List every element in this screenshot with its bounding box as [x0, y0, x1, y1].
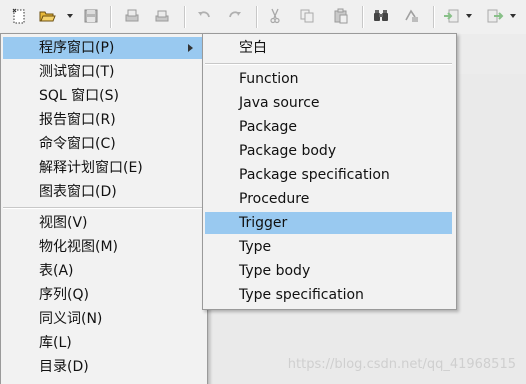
submenu-item-procedure[interactable]: Procedure [205, 188, 452, 210]
menu-item-label: Package specification [239, 167, 390, 183]
menu-item-materialized-view[interactable]: 物化视图(M) [3, 236, 203, 258]
menu-item-label: 物化视图(M) [39, 239, 119, 255]
menu-item-label: 测试窗口(T) [39, 64, 115, 80]
menu-item-sequence[interactable]: 序列(Q) [3, 284, 203, 306]
menu-separator [205, 63, 452, 65]
open-folder-icon[interactable] [36, 5, 58, 27]
save-icon[interactable] [80, 5, 102, 27]
menu-item-label: Type specification [239, 287, 364, 303]
background-pane [456, 34, 526, 75]
submenu-item-package-body[interactable]: Package body [205, 140, 452, 162]
menu-item-program-window[interactable]: 程序窗口(P) [3, 37, 203, 59]
submenu-item-package[interactable]: Package [205, 116, 452, 138]
toolbar [0, 0, 526, 35]
redo-icon[interactable] [224, 5, 246, 27]
new-window-menu: 程序窗口(P) 测试窗口(T) SQL 窗口(S) 报告窗口(R) 命令窗口(C… [0, 33, 208, 384]
menu-item-table[interactable]: 表(A) [3, 260, 203, 282]
menu-item-label: Java source [239, 95, 320, 111]
paste-icon[interactable] [330, 5, 352, 27]
menu-item-diagram-window[interactable]: 图表窗口(D) [3, 181, 203, 203]
menu-item-label: 命令窗口(C) [39, 136, 116, 152]
menu-item-label: SQL 窗口(S) [39, 88, 119, 104]
submenu-item-type-specification[interactable]: Type specification [205, 284, 452, 306]
submenu-item-type-body[interactable]: Type body [205, 260, 452, 282]
replace-icon[interactable] [400, 5, 422, 27]
submenu-item-blank[interactable]: 空白 [205, 37, 452, 59]
menu-item-label: 报告窗口(R) [39, 112, 116, 128]
toolbar-separator [110, 6, 112, 28]
menu-item-label: 序列(Q) [39, 287, 89, 303]
toolbar-separator [362, 6, 364, 28]
menu-item-report-window[interactable]: 报告窗口(R) [3, 109, 203, 131]
submenu-item-package-specification[interactable]: Package specification [205, 164, 452, 186]
submenu-item-function[interactable]: Function [205, 68, 452, 90]
print-preview-icon[interactable] [151, 5, 173, 27]
menu-item-label: Type [239, 239, 272, 255]
menu-item-label: 空白 [239, 40, 267, 56]
cut-icon[interactable] [264, 5, 286, 27]
chevron-down-icon[interactable] [466, 14, 472, 18]
menu-item-sql-window[interactable]: SQL 窗口(S) [3, 85, 203, 107]
menu-item-view[interactable]: 视图(V) [3, 212, 203, 234]
menu-item-label: Type body [239, 263, 311, 279]
submenu-item-java-source[interactable]: Java source [205, 92, 452, 114]
chevron-down-icon[interactable] [67, 14, 73, 18]
find-icon[interactable] [370, 5, 392, 27]
menu-item-test-window[interactable]: 测试窗口(T) [3, 61, 203, 83]
menu-item-label: 解释计划窗口(E) [39, 160, 143, 176]
menu-item-command-window[interactable]: 命令窗口(C) [3, 133, 203, 155]
toolbar-separator [184, 6, 186, 28]
import-icon[interactable] [440, 5, 462, 27]
export-icon[interactable] [484, 5, 506, 27]
program-window-submenu: 空白 Function Java source Package Package … [202, 33, 457, 310]
menu-item-label: 视图(V) [39, 215, 88, 231]
menu-item-label: Function [239, 71, 299, 87]
menu-item-label: Procedure [239, 191, 310, 207]
copy-icon[interactable] [296, 5, 318, 27]
new-icon[interactable] [8, 5, 30, 27]
menu-item-label: Package [239, 119, 298, 135]
menu-item-directory[interactable]: 目录(D) [3, 356, 203, 378]
menu-item-label: 目录(D) [39, 359, 89, 375]
menu-item-label: 表(A) [39, 263, 74, 279]
chevron-down-icon[interactable] [510, 14, 516, 18]
chevron-right-icon [188, 44, 193, 52]
toolbar-separator [256, 6, 258, 28]
watermark: https://blog.csdn.net/qq_41968515 [287, 357, 516, 372]
undo-icon[interactable] [193, 5, 215, 27]
app-window: 程序窗口(P) 测试窗口(T) SQL 窗口(S) 报告窗口(R) 命令窗口(C… [0, 0, 526, 384]
menu-item-label: 库(L) [39, 335, 72, 351]
submenu-item-type[interactable]: Type [205, 236, 452, 258]
toolbar-separator [433, 6, 435, 28]
menu-item-label: 图表窗口(D) [39, 184, 117, 200]
menu-item-label: Trigger [239, 215, 288, 231]
menu-item-label: 程序窗口(P) [39, 40, 115, 56]
print-icon[interactable] [121, 5, 143, 27]
menu-item-explain-plan-window[interactable]: 解释计划窗口(E) [3, 157, 203, 179]
menu-item-label: 同义词(N) [39, 311, 103, 327]
submenu-item-trigger[interactable]: Trigger [205, 212, 452, 234]
menu-item-library[interactable]: 库(L) [3, 332, 203, 354]
menu-item-synonym[interactable]: 同义词(N) [3, 308, 203, 330]
menu-separator [3, 207, 203, 209]
menu-item-label: Package body [239, 143, 337, 159]
